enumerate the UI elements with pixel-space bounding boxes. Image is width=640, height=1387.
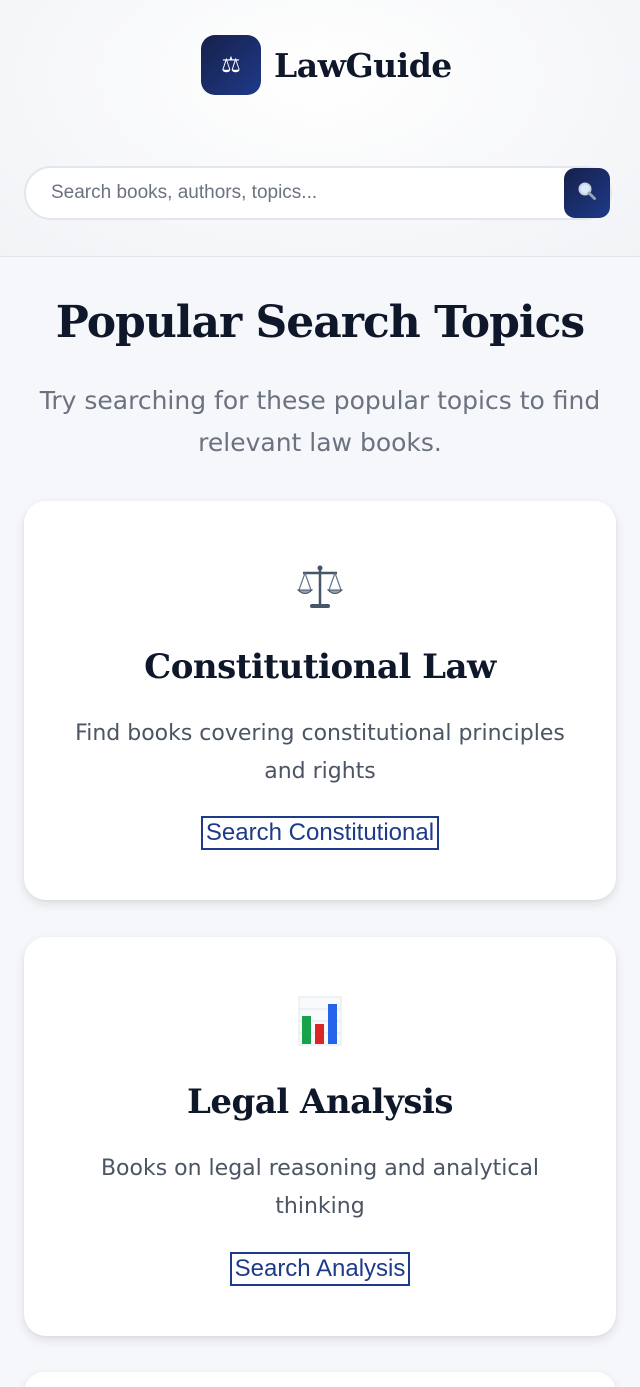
topic-description: Find books covering constitutional princ… [75, 721, 565, 784]
section-subtitle: Try searching for these popular topics t… [39, 386, 601, 457]
site-header: ⚖ LawGuide [0, 0, 640, 257]
topic-card-analysis: Legal Analysis Books on legal reasoning … [24, 937, 616, 1336]
topic-title: Constitutional Law [144, 647, 496, 687]
scales-icon [24, 561, 616, 613]
topic-title: Legal Analysis [186, 1082, 454, 1122]
brand-name: LawGuide [274, 45, 452, 85]
scales-icon: ⚖ [201, 35, 261, 95]
topic-link-row: Search Constitutional [24, 816, 616, 850]
bar-chart-icon [24, 995, 616, 1047]
search-bar [24, 166, 612, 220]
topic-description: Books on legal reasoning and analytical … [100, 1156, 540, 1219]
brand[interactable]: ⚖ LawGuide [201, 35, 452, 95]
search-input[interactable] [26, 168, 566, 218]
topic-card-constitutional: Constitutional Law Find books covering c… [24, 501, 616, 900]
search-constitutional-link[interactable]: Search Constitutional [200, 816, 440, 850]
magnifier-icon [577, 181, 597, 206]
search-analysis-link[interactable]: Search Analysis [229, 1252, 411, 1286]
topic-card-partial [24, 1372, 616, 1387]
section-title: Popular Search Topics [55, 297, 585, 348]
search-button[interactable] [564, 168, 610, 218]
topic-link-row: Search Analysis [24, 1252, 616, 1286]
